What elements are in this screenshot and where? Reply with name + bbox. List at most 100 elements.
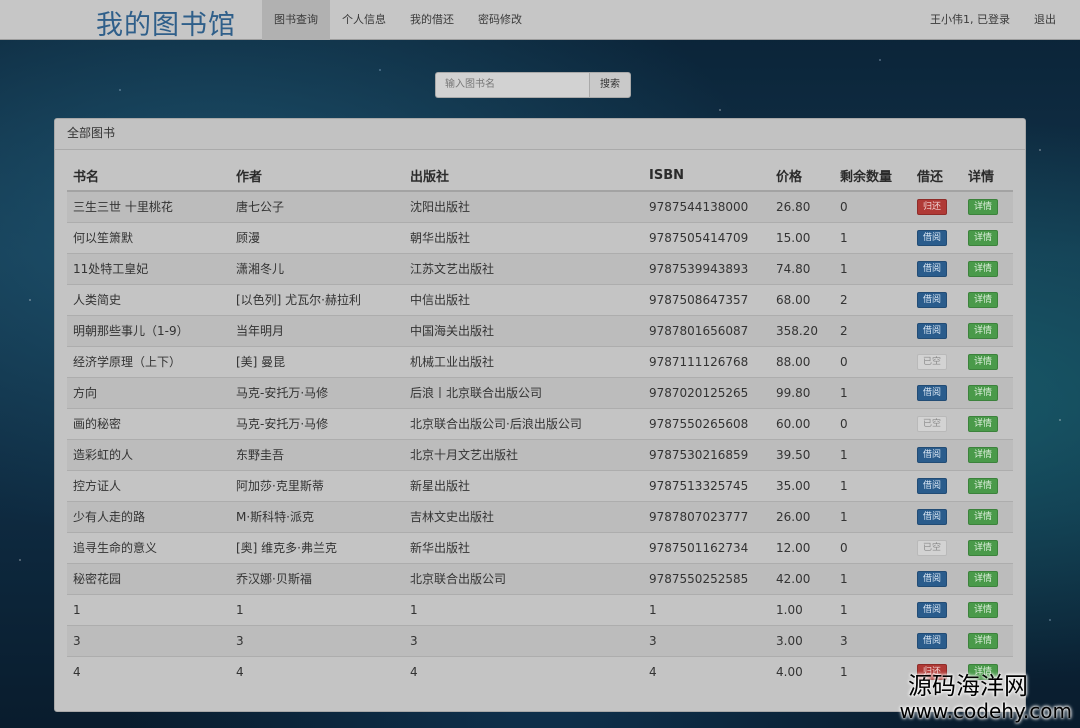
cell-title: 追寻生命的意义	[67, 531, 230, 563]
nav-change-password[interactable]: 密码修改	[466, 0, 534, 40]
cell-author: 唐七公子	[230, 190, 404, 222]
table-row: 三生三世 十里桃花 唐七公子 沈阳出版社 9787544138000 26.80 0 归还 详…	[67, 190, 1013, 222]
nav-book-search[interactable]: 图书查询	[262, 0, 330, 40]
cell-detail: 详情	[962, 190, 1013, 222]
detail-button[interactable]: 详情	[968, 322, 999, 339]
cell-price: 42.00	[770, 562, 834, 594]
user-status: 王小伟1, 已登录	[930, 13, 1010, 26]
cell-isbn: 9787550265608	[643, 407, 770, 439]
cell-author: 1	[230, 593, 404, 625]
table-row: 4 4 4 4 4.00 1 归还 详情	[67, 655, 1013, 687]
detail-button[interactable]: 详情	[968, 198, 999, 215]
cell-isbn: 9787807023777	[643, 500, 770, 532]
header-isbn: ISBN	[643, 160, 770, 192]
borrow-button[interactable]: 借阅	[917, 260, 948, 277]
borrow-button[interactable]: 借阅	[917, 570, 948, 587]
borrow-button[interactable]: 借阅	[917, 508, 948, 525]
table-row: 经济学原理（上下） [美] 曼昆 机械工业出版社 9787111126768 88.00…	[67, 345, 1013, 377]
cell-publisher: 北京联合出版公司	[404, 562, 643, 594]
detail-button[interactable]: 详情	[968, 601, 999, 618]
cell-publisher: 朝华出版社	[404, 221, 643, 253]
header-publisher: 出版社	[404, 160, 643, 192]
cell-remaining: 1	[834, 376, 911, 408]
brand-title[interactable]: 我的图书馆	[96, 3, 236, 42]
cell-borrow-return: 借阅	[911, 500, 962, 532]
nav-right: 王小伟1, 已登录 退出	[906, 0, 1056, 40]
cell-publisher: 4	[404, 655, 643, 687]
detail-button[interactable]: 详情	[968, 632, 999, 649]
cell-remaining: 1	[834, 221, 911, 253]
detail-button[interactable]: 详情	[968, 539, 999, 556]
detail-button[interactable]: 详情	[968, 291, 999, 308]
cell-publisher: 新星出版社	[404, 469, 643, 501]
cell-borrow-return: 借阅	[911, 283, 962, 315]
cell-author: 阿加莎·克里斯蒂	[230, 469, 404, 501]
detail-button[interactable]: 详情	[968, 353, 999, 370]
borrow-button[interactable]: 借阅	[917, 291, 948, 308]
detail-button[interactable]: 详情	[968, 384, 999, 401]
cell-price: 74.80	[770, 252, 834, 284]
books-panel: 全部图书 书名 作者 出版社 ISBN 价格 剩余数量 借还 详情 三生三世 十…	[54, 118, 1026, 712]
cell-remaining: 0	[834, 407, 911, 439]
cell-detail: 详情	[962, 345, 1013, 377]
cell-remaining: 1	[834, 252, 911, 284]
borrow-button[interactable]: 借阅	[917, 229, 948, 246]
table-row: 追寻生命的意义 [奥] 维克多·弗兰克 新华出版社 9787501162734 12.0…	[67, 531, 1013, 563]
table-row: 明朝那些事儿（1-9） 当年明月 中国海关出版社 9787801656087 358.2…	[67, 314, 1013, 346]
detail-button[interactable]: 详情	[968, 446, 999, 463]
cell-author: 顾漫	[230, 221, 404, 253]
cell-isbn: 9787111126768	[643, 345, 770, 377]
cell-title: 明朝那些事儿（1-9）	[67, 314, 230, 346]
cell-publisher: 后浪丨北京联合出版公司	[404, 376, 643, 408]
detail-button[interactable]: 详情	[968, 570, 999, 587]
cell-title: 少有人走的路	[67, 500, 230, 532]
cell-price: 68.00	[770, 283, 834, 315]
cell-publisher: 吉林文史出版社	[404, 500, 643, 532]
borrow-button[interactable]: 借阅	[917, 477, 948, 494]
cell-remaining: 1	[834, 562, 911, 594]
cell-publisher: 北京联合出版公司·后浪出版公司	[404, 407, 643, 439]
cell-publisher: 中国海关出版社	[404, 314, 643, 346]
cell-author: [以色列] 尤瓦尔·赫拉利	[230, 283, 404, 315]
header-price: 价格	[770, 160, 834, 192]
watermark: 源码海洋网 www.codehy.com	[899, 672, 1072, 722]
cell-detail: 详情	[962, 221, 1013, 253]
header-title: 书名	[67, 160, 230, 192]
borrow-button[interactable]: 借阅	[917, 322, 948, 339]
borrow-button[interactable]: 借阅	[917, 446, 948, 463]
detail-button[interactable]: 详情	[968, 415, 999, 432]
table-row: 秘密花园 乔汉娜·贝斯福 北京联合出版公司 9787550252585 42.00 1 借阅…	[67, 562, 1013, 594]
cell-detail: 详情	[962, 469, 1013, 501]
cell-isbn: 9787550252585	[643, 562, 770, 594]
cell-borrow-return: 借阅	[911, 593, 962, 625]
cell-remaining: 0	[834, 531, 911, 563]
borrow-button[interactable]: 借阅	[917, 601, 948, 618]
cell-remaining: 1	[834, 438, 911, 470]
header-remaining: 剩余数量	[834, 160, 911, 192]
borrow-button[interactable]: 借阅	[917, 384, 948, 401]
cell-title: 画的秘密	[67, 407, 230, 439]
detail-button[interactable]: 详情	[968, 229, 999, 246]
borrow-button[interactable]: 借阅	[917, 632, 948, 649]
cell-publisher: 沈阳出版社	[404, 190, 643, 222]
cell-isbn: 9787801656087	[643, 314, 770, 346]
search-input[interactable]: 输入图书名	[435, 72, 589, 98]
cell-title: 经济学原理（上下）	[67, 345, 230, 377]
search-button[interactable]: 搜索	[589, 72, 631, 98]
detail-button[interactable]: 详情	[968, 508, 999, 525]
detail-button[interactable]: 详情	[968, 477, 999, 494]
top-navbar: 我的图书馆 图书查询 个人信息 我的借还 密码修改 王小伟1, 已登录 退出	[0, 0, 1080, 42]
cell-publisher: 新华出版社	[404, 531, 643, 563]
return-button[interactable]: 归还	[917, 198, 948, 215]
logout-link[interactable]: 退出	[1010, 0, 1056, 40]
cell-title: 1	[67, 593, 230, 625]
cell-isbn: 9787508647357	[643, 283, 770, 315]
cell-remaining: 3	[834, 624, 911, 656]
nav-my-borrowing[interactable]: 我的借还	[398, 0, 466, 40]
cell-detail: 详情	[962, 283, 1013, 315]
cell-title: 何以笙箫默	[67, 221, 230, 253]
detail-button[interactable]: 详情	[968, 260, 999, 277]
nav-personal-info[interactable]: 个人信息	[330, 0, 398, 40]
cell-borrow-return: 借阅	[911, 252, 962, 284]
cell-remaining: 0	[834, 345, 911, 377]
